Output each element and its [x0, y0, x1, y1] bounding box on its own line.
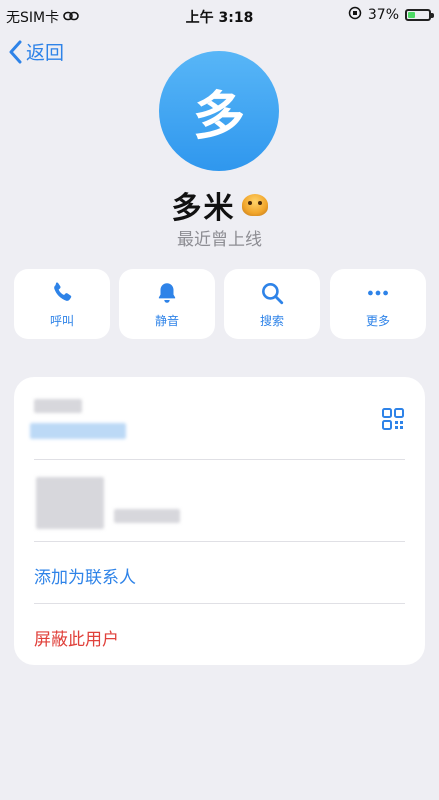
search-icon [262, 282, 284, 304]
divider [34, 541, 405, 542]
more-label: 更多 [365, 313, 390, 328]
search-label: 搜索 [259, 313, 284, 328]
search-button[interactable]: 搜索 [224, 269, 320, 339]
info-card: 添加为联系人 屏蔽此用户 [14, 377, 425, 665]
status-right: 37% [348, 6, 434, 24]
redacted-username-value[interactable] [30, 423, 126, 439]
action-bar: 呼叫 静音 搜索 更多 [14, 269, 426, 339]
mute-label: 静音 [154, 313, 179, 328]
back-button[interactable]: 返回 [8, 38, 64, 65]
profile-name: 多米 [171, 191, 236, 226]
redacted-bio-text [114, 509, 180, 523]
block-user-button[interactable]: 屏蔽此用户 [34, 625, 119, 650]
last-seen-status: 最近曾上线 [177, 230, 262, 250]
emoji-status-icon [241, 194, 268, 216]
more-button[interactable]: 更多 [330, 269, 426, 339]
redacted-bio-block [36, 477, 104, 529]
avatar[interactable]: 多 [159, 51, 279, 171]
battery-icon [405, 9, 434, 21]
mute-button[interactable]: 静音 [119, 269, 215, 339]
divider [34, 603, 405, 604]
add-contact-button[interactable]: 添加为联系人 [34, 563, 136, 588]
back-label: 返回 [26, 42, 65, 64]
qr-code-icon [382, 408, 404, 430]
avatar-initial: 多 [192, 86, 245, 147]
more-icon [368, 290, 388, 295]
chevron-left-icon [9, 40, 22, 63]
phone-icon [54, 281, 72, 301]
redacted-username-label [34, 399, 82, 413]
battery-percent: 37% [367, 7, 399, 23]
qr-code-button[interactable] [381, 407, 405, 435]
status-bar: 无SIM卡 上午 3:18 37% [0, 0, 439, 30]
orientation-lock-icon [348, 6, 362, 24]
divider [34, 459, 405, 460]
bell-icon [158, 282, 176, 303]
call-label: 呼叫 [49, 313, 74, 328]
name-row: 多米 [0, 183, 439, 227]
call-button[interactable]: 呼叫 [14, 269, 110, 339]
